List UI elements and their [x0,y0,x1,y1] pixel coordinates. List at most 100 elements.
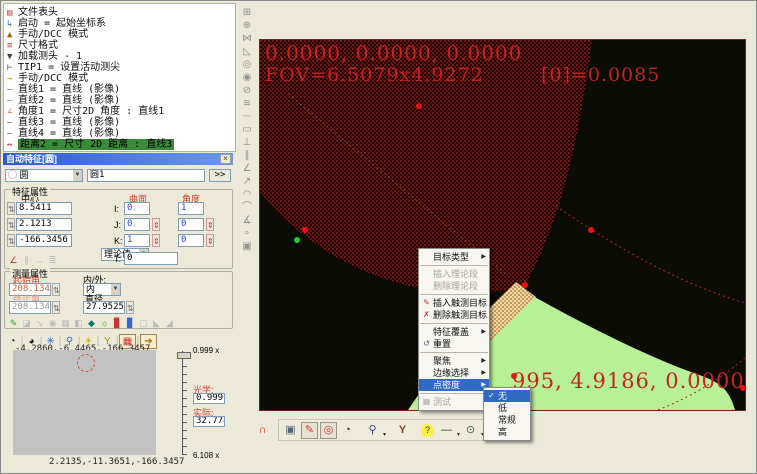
tree-item[interactable]: ―直线2 = 直线 (影像) [7,95,120,106]
menu-item[interactable]: 点密度▶ [419,379,489,391]
tree-item[interactable]: ≡尺寸格式 [7,40,58,51]
dropdown-arrow-icon[interactable]: ▾ [457,427,460,443]
curve-icon[interactable]: ≋ [240,97,254,110]
line-tool-icon[interactable]: —▾ [438,422,455,439]
menu-item[interactable]: ✗删除触测目标 [419,309,489,321]
arc2-icon[interactable]: ⌒ [240,201,254,214]
edge-pen-icon[interactable]: ✎ [7,317,20,329]
center-x-field[interactable]: 8.5411 [16,202,72,215]
rotate-tool-icon[interactable]: ⊙▾ [462,422,479,439]
corner-right-icon[interactable]: ◢ [163,317,176,329]
parallel-icon[interactable]: ∥ [240,149,254,162]
sector-tool-icon[interactable]: ◔ [339,422,356,439]
menu-item[interactable]: 目标类型▶ [419,251,489,263]
line-icon[interactable]: ─ [240,110,254,123]
angle2-icon[interactable]: ∡ [240,214,254,227]
arc-icon[interactable]: ◠ [240,188,254,201]
optical-field[interactable]: 0.999 [193,393,225,404]
graphics-view[interactable]: 0.0000, 0.0000, 0.0000 FOV=6.5079x4.9272… [259,39,746,411]
region-icon[interactable]: ◪ [20,317,33,329]
dropdown-arrow-icon[interactable]: ▾ [383,427,386,443]
menu-item[interactable]: 边缘选择▶ [419,367,489,379]
width-tool-icon[interactable]: ↔ [33,254,46,266]
zoom-slider-handle[interactable] [177,352,191,359]
zoom-tool-icon[interactable]: ⚲▾ [364,422,381,439]
z-spinner[interactable]: ⇅ [7,234,15,247]
start-angle-spinner[interactable]: ⇅ [52,283,60,296]
arrow-icon[interactable]: ↘ [33,317,46,329]
expand-button[interactable]: >> [209,169,231,182]
i-field[interactable]: 0 [124,202,150,215]
point-icon[interactable]: ∘ [240,227,254,240]
tree-item[interactable]: ―直线4 = 直线 (影像) [7,128,120,139]
k-red-spinner[interactable]: ⇕ [152,234,160,247]
axis-tool-icon[interactable]: ∦ [20,254,33,266]
grid-icon[interactable]: ▦ [59,317,72,329]
diamond-icon[interactable]: ◆ [85,317,98,329]
submenu-item[interactable]: ✓无 [484,390,530,402]
x-spinner[interactable]: ⇅ [7,202,15,215]
tree-item[interactable]: ↔距离2 = 尺寸 2D 距离 : 直线3 [7,139,174,150]
circle-icon[interactable]: ⊕ [240,19,254,32]
angle3-red-spinner[interactable]: ⇕ [206,234,214,247]
feature-type-select[interactable]: ◯ 圆▼ [5,169,83,182]
zoom-slider[interactable] [182,351,187,455]
rect-icon[interactable]: ▭ [240,123,254,136]
angle1-field[interactable]: 1 [178,202,204,215]
k-field[interactable]: 1 [124,234,150,247]
list-tool-icon[interactable]: ≣ [46,254,59,266]
magnet-tool-icon[interactable]: ∩ [254,422,271,439]
center-z-field[interactable]: -166.3456 [16,234,72,247]
angle-icon[interactable]: ∠ [240,162,254,175]
tree-item[interactable]: ―直线1 = 直线 (影像) [7,84,120,95]
tree-item[interactable]: ⊢TIP1 = 设置活动测尖 [7,62,120,73]
dialog-titlebar[interactable]: 自动特征[圆] [3,153,233,165]
cylinder-icon[interactable]: ⋈ [240,32,254,45]
slot-icon[interactable]: ⊘ [240,84,254,97]
blue-bar-icon[interactable]: ▊ [124,317,137,329]
menu-item[interactable]: 聚焦▶ [419,355,489,367]
angle2-field[interactable]: 0 [178,218,204,231]
submenu-item[interactable]: 低 [484,402,530,414]
tree-item[interactable]: ▼加载测头 - 1 [7,51,82,62]
submenu-item[interactable]: 常规 [484,414,530,426]
angle2-red-spinner[interactable]: ⇕ [206,218,214,231]
angle-tool-icon[interactable]: ∠ [7,254,20,266]
tree-item[interactable]: ▲手动/DCC 模式 [7,29,88,40]
tree-item[interactable]: ▤文件表头 [7,7,58,18]
target-sun-icon[interactable]: ☼ [98,317,111,329]
menu-item[interactable]: ✎插入触测目标 [419,297,489,309]
dialog-close-icon[interactable]: × [220,154,231,164]
angle3-field[interactable]: 0 [178,234,204,247]
actual-field[interactable]: 32.778 [193,416,225,427]
perpendicular-icon[interactable]: ⊥ [240,136,254,149]
red-bar-icon[interactable]: ▊ [111,317,124,329]
cone-icon[interactable]: ◺ [240,45,254,58]
plane-icon[interactable]: ⊞ [240,6,254,19]
half-icon[interactable]: ◧ [72,317,85,329]
corner-left-icon[interactable]: ◣ [150,317,163,329]
frame-icon[interactable]: ▣ [240,240,254,253]
j-red-spinner[interactable]: ⇕ [152,218,160,231]
feature-name-input[interactable]: 圆1 [87,169,205,182]
tree-item[interactable]: →手动/DCC 模式 [7,73,88,84]
tree-item[interactable]: ∠角度1 = 尺寸2D 角度 : 直线1 [7,106,164,117]
j-field[interactable]: 0 [124,218,150,231]
center-y-field[interactable]: 2.1213 [16,218,72,231]
menu-item[interactable]: ↺重置 [419,338,489,350]
round-icon[interactable]: ◉ [240,71,254,84]
vector-icon[interactable]: ↗ [240,175,254,188]
target-tool-icon[interactable]: ◎ [320,422,337,439]
camera-tool-icon[interactable]: ▣ [282,422,299,439]
submenu-item[interactable]: 高 [484,426,530,438]
tree-item[interactable]: ↳启动 = 起始坐标系 [7,18,106,29]
ring-icon[interactable]: ◉ [46,317,59,329]
edge-draw-tool-icon[interactable]: ✎ [301,422,318,439]
t-field[interactable]: 0 [124,252,178,265]
menu-item[interactable]: 特征覆盖▶ [419,326,489,338]
sphere-icon[interactable]: ◎ [240,58,254,71]
y-spinner[interactable]: ⇅ [7,218,15,231]
tree-item[interactable]: ―直线3 = 直线 (影像) [7,117,120,128]
box-icon[interactable]: ▢ [137,317,150,329]
command-tree[interactable]: ▤文件表头↳启动 = 起始坐标系▲手动/DCC 模式≡尺寸格式▼加载测头 - 1… [3,3,236,152]
